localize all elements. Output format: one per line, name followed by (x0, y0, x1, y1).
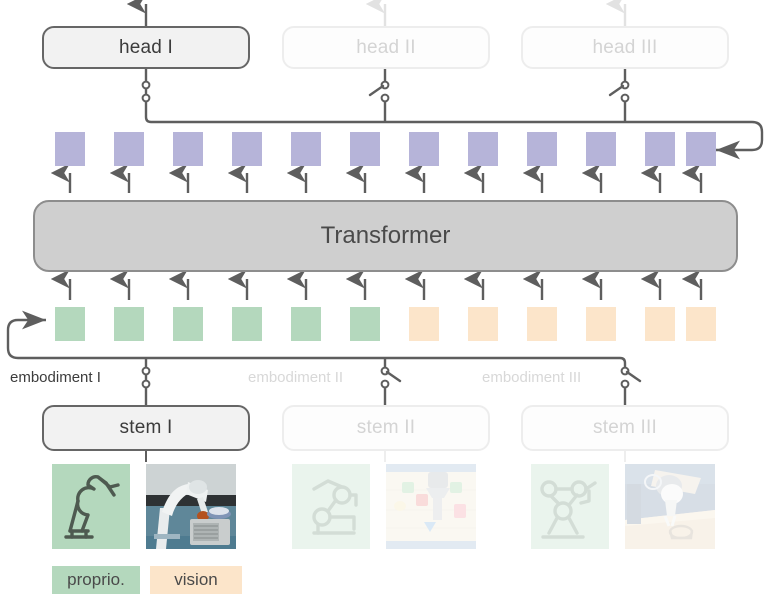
output-token (350, 132, 380, 166)
vision-token (686, 307, 716, 341)
proprio-token (291, 307, 321, 341)
stem-module-2[interactable]: stem II (282, 405, 490, 451)
tabletop-blocks-photo-2 (386, 464, 476, 549)
head-module-1[interactable]: head I (42, 26, 250, 69)
output-token (686, 132, 716, 166)
stem-switch-2-open[interactable] (380, 358, 402, 405)
embodiment-label-1: embodiment I (10, 369, 101, 386)
robot-grasp-photo-3 (625, 464, 715, 549)
output-token (527, 132, 557, 166)
vision-token (586, 307, 616, 341)
vision-token (409, 307, 439, 341)
head-module-2[interactable]: head II (282, 26, 490, 69)
token-up-arrows-top (50, 163, 703, 193)
output-token (586, 132, 616, 166)
output-token (468, 132, 498, 166)
stem-switch-1-closed[interactable] (141, 358, 151, 405)
robot-arm-icon (64, 474, 120, 539)
proprio-token (173, 307, 203, 341)
output-token (291, 132, 321, 166)
transformer-label: Transformer (320, 222, 451, 249)
stem-module-1[interactable]: stem I (42, 405, 250, 451)
output-token (409, 132, 439, 166)
robot-arm-icon (312, 478, 358, 535)
vision-token (468, 307, 498, 341)
head-switch-2-open[interactable] (368, 69, 390, 122)
architecture-diagram: head I head II head III Transformer embo… (0, 0, 771, 600)
proprio-icon-tile-3 (531, 464, 609, 549)
legend-label-proprio: proprio. (67, 570, 125, 589)
stem-module-3[interactable]: stem III (521, 405, 729, 451)
stem-module-1-label: stem I (119, 417, 173, 438)
proprio-token (232, 307, 262, 341)
legend-label-vision: vision (174, 570, 218, 589)
head-module-3-label: head III (592, 36, 658, 58)
stem-switch-3-open[interactable] (620, 366, 642, 405)
head-module-3[interactable]: head III (521, 26, 729, 69)
proprio-token (114, 307, 144, 341)
embodiment-label-2: embodiment II (248, 369, 344, 386)
token-up-arrows-bottom (50, 269, 703, 300)
output-token (114, 132, 144, 166)
head-module-1-label: head I (118, 36, 174, 58)
stem-module-2-label: stem II (356, 417, 416, 438)
vision-token (527, 307, 557, 341)
output-token (55, 132, 85, 166)
robot-arm-photo-graphic (146, 464, 236, 549)
legend-chip-proprio: proprio. (52, 566, 140, 594)
robot-arm-icon (540, 479, 597, 539)
legend-chip-vision: vision (150, 566, 242, 594)
vision-token (645, 307, 675, 341)
proprio-token (55, 307, 85, 341)
head-switch-3-open[interactable] (608, 69, 630, 122)
proprio-token (350, 307, 380, 341)
output-token (645, 132, 675, 166)
robot-arm-photo-1 (146, 464, 236, 549)
tabletop-blocks-photo-graphic (386, 464, 476, 549)
embodiment-label-3: embodiment III (482, 369, 582, 386)
stem-module-3-label: stem III (593, 417, 657, 438)
robot-grasp-photo-graphic (625, 464, 715, 549)
transformer-block[interactable]: Transformer (33, 200, 738, 272)
head-switch-1-closed[interactable] (141, 69, 151, 108)
output-token (173, 132, 203, 166)
output-token (232, 132, 262, 166)
proprio-icon-tile-2 (292, 464, 370, 549)
proprio-icon-tile-1 (52, 464, 130, 549)
head-module-2-label: head II (356, 36, 416, 58)
